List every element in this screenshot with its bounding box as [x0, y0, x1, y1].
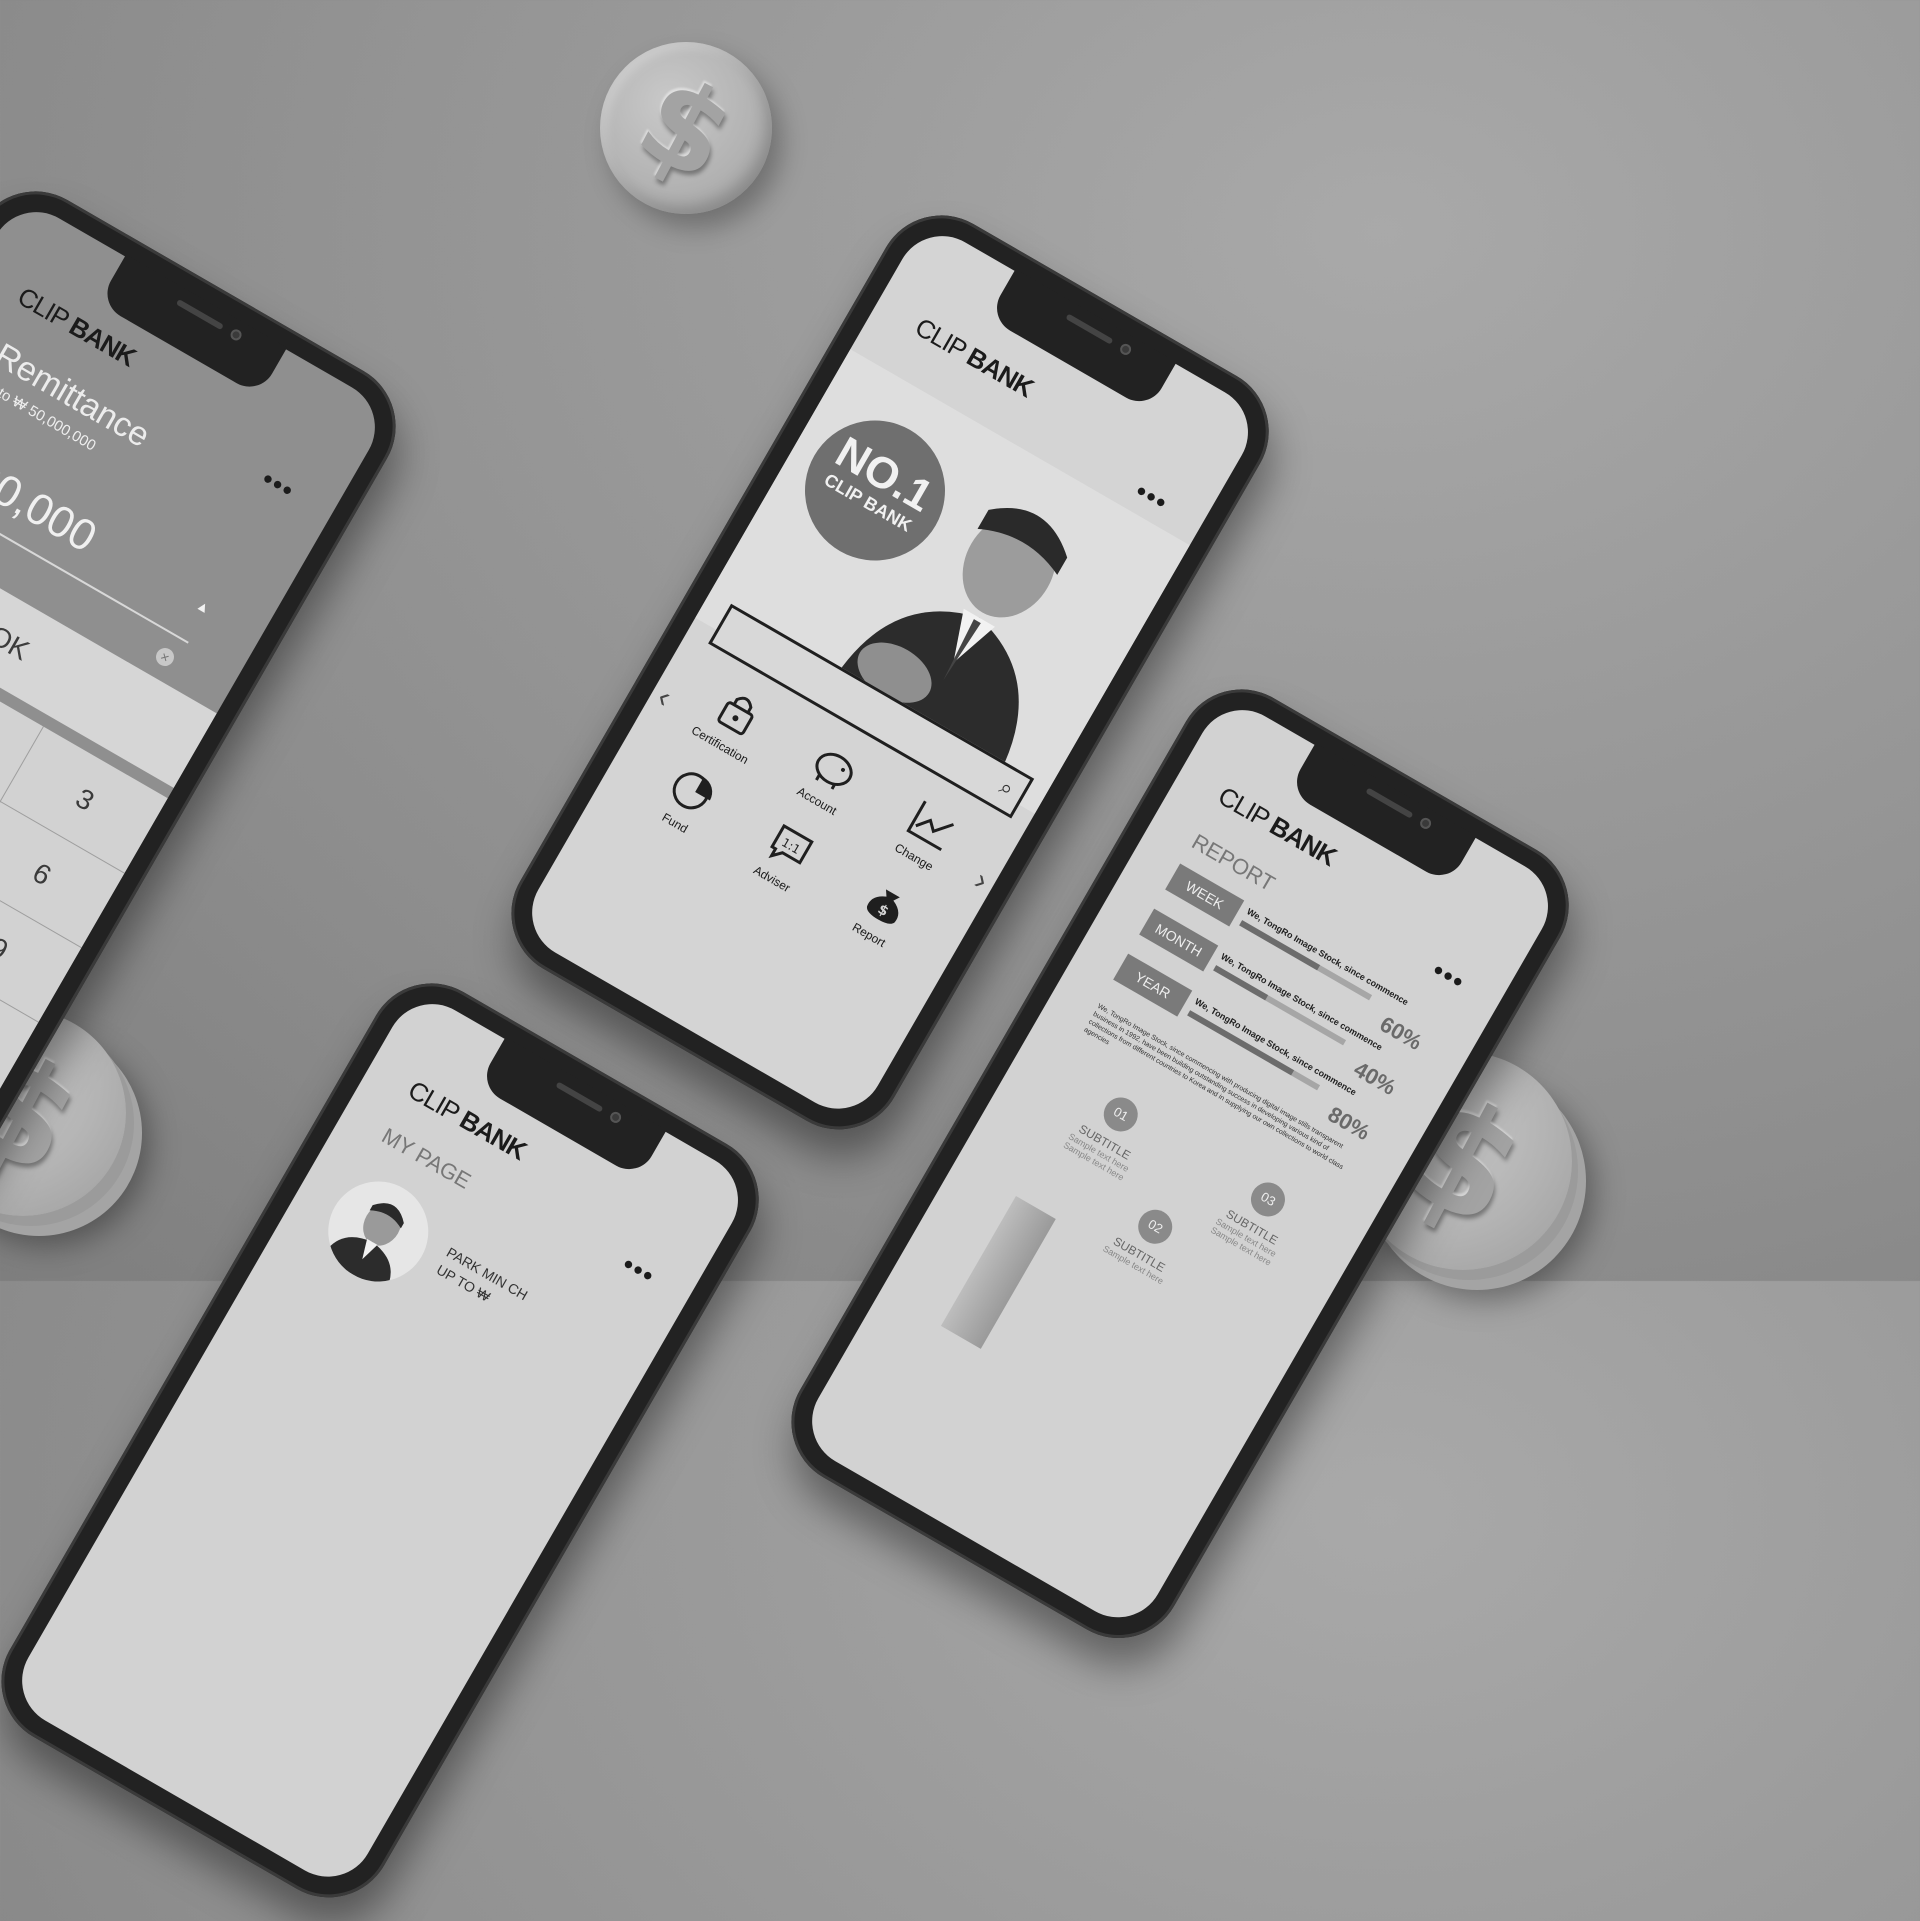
clear-amount-button[interactable]: ×	[152, 644, 178, 670]
chart-icon	[906, 800, 954, 852]
chat-icon: 1:1	[768, 823, 814, 865]
money-bag-icon: $	[866, 889, 900, 924]
piggy-bank-icon	[815, 752, 853, 790]
step-number: 03	[1244, 1176, 1292, 1223]
step-number: 02	[1131, 1203, 1179, 1250]
more-menu-button[interactable]: •••	[1427, 955, 1471, 998]
prev-arrow-button[interactable]: ‹	[651, 681, 677, 715]
step-01: 01 SUBTITLE Sample text here Sample text…	[1039, 1070, 1181, 1196]
step-number: 01	[1097, 1091, 1144, 1138]
more-menu-button[interactable]: •••	[257, 463, 301, 506]
amount-up-arrow[interactable]: ▲	[193, 596, 213, 617]
step-02: 02 SUBTITLE Sample text here	[1079, 1182, 1216, 1299]
lock-icon	[717, 696, 754, 736]
user-photo-icon	[322, 1203, 404, 1293]
avatar[interactable]	[309, 1163, 447, 1300]
search-icon[interactable]: ⌕	[995, 774, 1018, 803]
coin-top: $	[600, 42, 772, 214]
more-menu-button[interactable]: •••	[617, 1249, 661, 1292]
next-arrow-button[interactable]: ›	[968, 864, 994, 898]
dollar-icon: $	[617, 47, 755, 209]
pie-chart-icon	[672, 772, 713, 810]
bar-3d-shape	[940, 1195, 1056, 1349]
step-03: 03 SUBTITLE Sample text here Sample text…	[1187, 1155, 1329, 1281]
more-menu-button[interactable]: •••	[1130, 476, 1174, 519]
